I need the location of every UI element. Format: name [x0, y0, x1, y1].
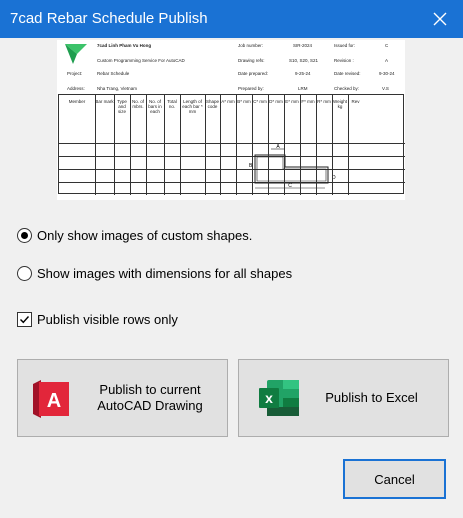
preview-checked-by-value: V.S: [382, 86, 389, 91]
preview-column-header: Length of each bar * mm: [182, 99, 203, 114]
preview-column-header: Shape code: [205, 99, 219, 109]
publish-excel-label: Publish to Excel: [325, 390, 418, 405]
custom-shapes-radio[interactable]: [17, 228, 32, 243]
preview-column-divider: [316, 95, 317, 195]
preview-column-divider: [236, 95, 237, 195]
preview-address-value: Nha Trang, Vietnam: [97, 86, 137, 91]
preview-column-header: Bar mark: [95, 99, 114, 104]
preview-column-divider: [252, 95, 253, 195]
preview-column-header: E* mm: [285, 99, 299, 104]
publish-excel-button[interactable]: x Publish to Excel: [238, 359, 449, 437]
preview-service: Custom Programming Service For AutoCAD: [97, 58, 185, 63]
close-icon: [433, 12, 447, 26]
all-shapes-label: Show images with dimensions for all shap…: [37, 266, 293, 281]
preview-column-divider: [95, 95, 96, 195]
preview-table: A B C D Member Bar mark Type and size No. o…: [58, 94, 405, 195]
publish-autocad-line2: AutoCAD Drawing: [97, 398, 203, 413]
preview-job-number-label: Job number:: [238, 43, 264, 48]
preview-prepared-by-value: LRM: [298, 86, 308, 91]
preview-checked-by-label: Checked by:: [334, 86, 360, 91]
preview-column-header: Member: [68, 99, 86, 104]
preview-column-divider: [332, 95, 333, 195]
preview-column-divider: [268, 95, 269, 195]
title-bar: 7cad Rebar Schedule Publish: [0, 0, 463, 38]
publish-autocad-line1: Publish to current: [99, 382, 201, 397]
publish-autocad-label: Publish to current AutoCAD Drawing: [80, 382, 220, 414]
cancel-button[interactable]: Cancel: [343, 459, 446, 499]
preview-column-header: R* mm: [317, 99, 331, 104]
autocad-icon-letter: A: [47, 390, 61, 412]
preview-column-header: Weight kg: [333, 99, 347, 109]
visible-rows-label: Publish visible rows only: [37, 312, 178, 327]
preview-column-header: Rev: [351, 99, 360, 104]
all-shapes-option[interactable]: Show images with dimensions for all shap…: [17, 266, 292, 281]
preview-date-revised-value: 9-30-24: [379, 71, 395, 76]
preview-issued-for-label: Issued for:: [334, 43, 356, 48]
shape-label-c: C: [288, 183, 292, 189]
preview-project-label: Project:: [67, 71, 83, 76]
preview-date-revised-label: Date revised:: [334, 71, 361, 76]
publish-autocad-button[interactable]: A Publish to current AutoCAD Drawing: [17, 359, 228, 437]
preview-column-header: Type and size: [117, 99, 127, 114]
window-title: 7cad Rebar Schedule Publish: [10, 10, 208, 27]
excel-icon: x: [259, 380, 299, 416]
excel-icon-letter: x: [265, 390, 273, 406]
autocad-icon: A: [33, 380, 69, 418]
logo-icon: [65, 44, 87, 64]
preview-prepared-by-label: Prepared by:: [238, 86, 264, 91]
preview-column-divider: [130, 95, 131, 195]
checkmark-icon: [20, 316, 30, 324]
preview-column-divider: [205, 95, 206, 195]
preview-revision-value: A: [385, 58, 389, 63]
preview-job-number-value: SIR-2024: [293, 43, 313, 48]
preview-column-divider: [284, 95, 285, 195]
preview-date-prepared-label: Date prepared:: [238, 71, 269, 76]
preview-project-value: Rebar Schedule: [97, 71, 130, 76]
preview-date-prepared-value: 9-25-24: [295, 71, 311, 76]
preview-column-header: F* mm: [301, 99, 315, 104]
preview-column-header: B* mm: [237, 99, 251, 104]
preview-issued-for-value: C: [385, 43, 389, 48]
preview-column-divider: [164, 95, 165, 195]
preview-column-header: Total no.: [167, 99, 177, 109]
preview-column-divider: [220, 95, 221, 195]
preview-column-header: D* mm: [269, 99, 283, 104]
preview-address-label: Address:: [67, 86, 85, 91]
visible-rows-checkbox[interactable]: [17, 312, 32, 327]
close-button[interactable]: [417, 0, 463, 38]
preview-revision-label: Revision :: [334, 58, 354, 63]
preview-column-header: No. of bars in each: [148, 99, 162, 114]
visible-rows-option[interactable]: Publish visible rows only: [17, 312, 178, 327]
preview-column-header: C* mm: [253, 99, 267, 104]
preview-column-divider: [300, 95, 301, 195]
all-shapes-radio[interactable]: [17, 266, 32, 281]
preview-company: 7cad Linh Pham Vu Hong: [97, 43, 152, 48]
custom-shapes-label: Only show images of custom shapes.: [37, 228, 253, 243]
preview-drawing-refs-label: Drawing refs:: [238, 58, 265, 63]
preview-drawing-refs-value: S10, S20, S21: [289, 58, 319, 63]
preview-column-header: A* mm: [221, 99, 235, 104]
preview-column-header: No. of mbrs.: [131, 99, 144, 109]
schedule-preview: 7cad Linh Pham Vu Hong Custom Programmin…: [57, 40, 405, 200]
custom-shapes-option[interactable]: Only show images of custom shapes.: [17, 228, 252, 243]
preview-column-divider: [348, 95, 349, 195]
